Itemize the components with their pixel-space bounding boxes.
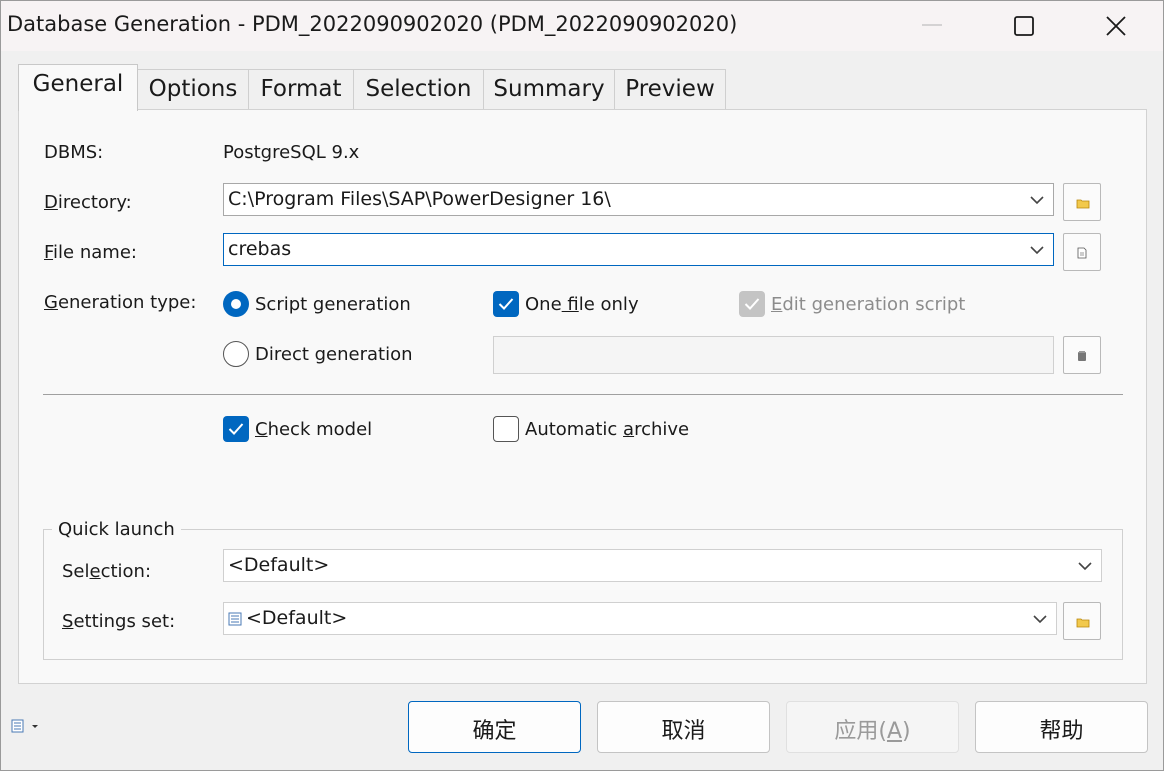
title-bar[interactable]: Database Generation - PDM_2022090902020 … <box>1 1 1163 51</box>
settings-set-combo[interactable]: <Default> <box>223 602 1057 635</box>
maximize-icon <box>1014 16 1034 36</box>
folder-icon <box>1076 618 1090 628</box>
directory-combo[interactable]: C:\Program Files\SAP\PowerDesigner 16\ <box>223 183 1054 216</box>
chevron-down-icon <box>1078 562 1092 571</box>
tab-summary[interactable]: Summary <box>483 69 615 110</box>
minimize-button[interactable] <box>886 1 978 51</box>
directory-value: C:\Program Files\SAP\PowerDesigner 16\ <box>228 188 611 210</box>
script-generation-label[interactable]: Script generation <box>255 294 411 315</box>
automatic-archive-label[interactable]: Automatic archive <box>525 419 689 440</box>
edit-generation-script-checkbox[interactable] <box>739 291 765 317</box>
filename-value: crebas <box>228 238 292 260</box>
tools-dropdown-icon <box>11 719 38 733</box>
settings-set-label: Settings set: <box>62 611 176 632</box>
direct-generation-radio[interactable] <box>223 341 249 367</box>
automatic-archive-checkbox[interactable] <box>493 416 519 442</box>
generation-type-label: Generation type: <box>44 292 197 313</box>
file-icon <box>1077 247 1087 259</box>
tab-options[interactable]: Options <box>137 69 249 110</box>
checkmark-icon <box>228 423 244 435</box>
check-model-label[interactable]: Check model <box>255 419 372 440</box>
directory-label: Directory: <box>44 192 132 213</box>
settings-list-icon <box>228 612 242 626</box>
chevron-down-icon <box>1030 196 1044 205</box>
checkmark-icon <box>498 298 514 310</box>
selection-combo[interactable]: <Default> <box>223 549 1102 582</box>
one-file-only-label[interactable]: One file only <box>525 294 639 315</box>
quick-launch-title: Quick launch <box>52 519 181 540</box>
dbms-label: DBMS: <box>44 142 104 163</box>
close-button[interactable] <box>1070 1 1162 51</box>
tab-selection[interactable]: Selection <box>353 69 484 110</box>
tools-menu-button[interactable] <box>11 718 41 738</box>
filename-combo[interactable]: crebas <box>223 233 1054 266</box>
selection-label: Selection: <box>62 561 152 582</box>
chevron-down-icon <box>1030 246 1044 255</box>
directory-browse-button[interactable] <box>1063 183 1101 221</box>
tab-preview[interactable]: Preview <box>614 69 726 110</box>
script-generation-radio[interactable] <box>223 291 249 317</box>
chevron-down-icon <box>1033 615 1047 624</box>
tab-general[interactable]: General <box>18 64 138 111</box>
dbms-value: PostgreSQL 9.x <box>223 142 360 163</box>
close-icon <box>1106 16 1126 36</box>
edit-generation-script-label[interactable]: Edit generation script <box>771 294 965 315</box>
settings-set-browse-button[interactable] <box>1063 602 1101 640</box>
minimize-icon <box>922 24 942 26</box>
filename-browse-button[interactable] <box>1063 233 1101 271</box>
one-file-only-checkbox[interactable] <box>493 291 519 317</box>
cancel-button[interactable]: 取消 <box>597 701 770 753</box>
data-source-button[interactable] <box>1063 336 1101 374</box>
selection-value: <Default> <box>228 554 330 576</box>
help-button[interactable]: 帮助 <box>975 701 1148 753</box>
direct-generation-label[interactable]: Direct generation <box>255 344 413 365</box>
data-source-field[interactable] <box>493 336 1054 374</box>
checkmark-icon <box>744 298 760 310</box>
maximize-button[interactable] <box>978 1 1070 51</box>
window-title: Database Generation - PDM_2022090902020 … <box>7 12 738 36</box>
apply-button[interactable]: 应用(A) <box>786 701 959 753</box>
filename-label: File name: <box>44 242 137 263</box>
separator <box>43 394 1123 395</box>
dialog-window: Database Generation - PDM_2022090902020 … <box>0 0 1164 771</box>
ok-button[interactable]: 确定 <box>408 701 581 753</box>
settings-set-value: <Default> <box>246 607 348 629</box>
tab-format[interactable]: Format <box>248 69 354 110</box>
check-model-checkbox[interactable] <box>223 416 249 442</box>
folder-icon <box>1076 199 1090 209</box>
database-icon <box>1078 351 1086 361</box>
